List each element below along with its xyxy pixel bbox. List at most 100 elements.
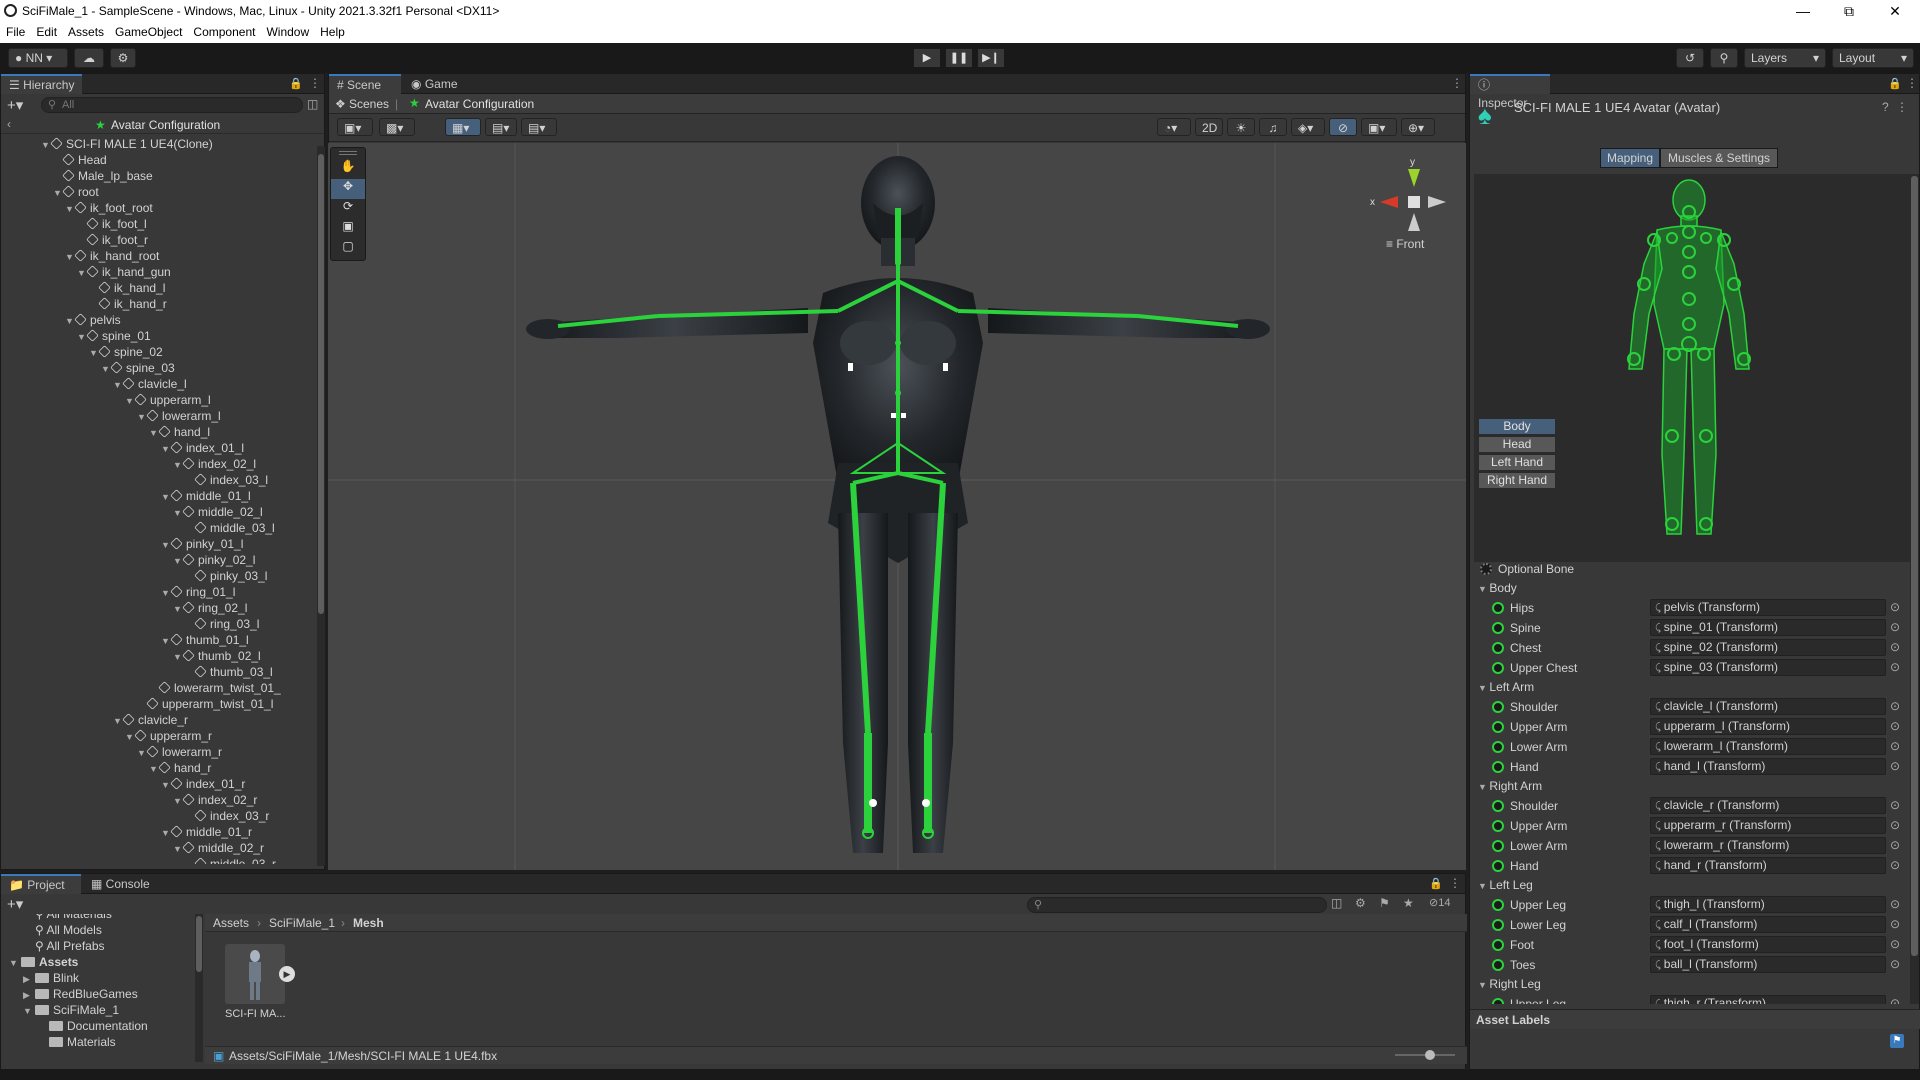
bone-transform-field[interactable]: ⤹ spine_01 (Transform) <box>1650 619 1886 636</box>
menu-edit[interactable]: Edit <box>30 22 62 39</box>
add-button[interactable]: +▾ <box>7 96 23 114</box>
fold-arrow-icon[interactable]: ▼ <box>41 137 51 153</box>
object-picker-icon[interactable]: ⊙ <box>1890 838 1900 852</box>
object-picker-icon[interactable]: ⊙ <box>1890 739 1900 753</box>
layout-dropdown[interactable]: Layout ▾ <box>1832 48 1914 68</box>
bone-transform-field[interactable]: ⤹ thigh_l (Transform) <box>1650 896 1886 913</box>
view-label[interactable]: ≡ Front <box>1386 237 1424 251</box>
hierarchy-item[interactable]: lowerarm_twist_01_ <box>149 680 281 696</box>
project-search-input[interactable]: ⚲ <box>1027 897 1327 913</box>
hierarchy-item[interactable]: ▼ upperarm_r <box>125 728 212 744</box>
fold-arrow-icon[interactable]: ▼ <box>65 201 75 217</box>
bone-section-header[interactable]: ▼ Right Arm <box>1478 778 1542 795</box>
lock-icon[interactable]: 🔒 <box>1888 77 1902 90</box>
fold-arrow-icon[interactable]: ▼ <box>173 841 183 857</box>
hierarchy-item[interactable]: ▼ spine_02 <box>89 344 163 360</box>
fold-arrow-icon[interactable]: ▼ <box>173 553 183 569</box>
fold-arrow-icon[interactable]: ▶ <box>23 987 35 1003</box>
hidden-packages-toggle[interactable]: ⊘14 <box>1429 896 1450 909</box>
hierarchy-item[interactable]: ▼ spine_03 <box>101 360 175 376</box>
bone-section-header[interactable]: ▼ Body <box>1478 580 1517 597</box>
hierarchy-item[interactable]: ▼ ring_01_l <box>161 584 235 600</box>
breadcrumb-assets[interactable]: Assets <box>213 916 249 930</box>
layers-dropdown[interactable]: Layers ▾ <box>1744 48 1826 68</box>
hierarchy-item[interactable]: ik_foot_r <box>77 232 148 248</box>
hierarchy-item[interactable]: ik_hand_r <box>89 296 167 312</box>
audio-toggle[interactable]: ♫ <box>1259 118 1287 136</box>
project-tree-scrollbar[interactable] <box>195 914 203 1062</box>
breadcrumb-mesh[interactable]: Mesh <box>353 916 384 930</box>
gizmo-center-cube[interactable] <box>1408 196 1420 208</box>
menu-gameobject[interactable]: GameObject <box>109 22 187 39</box>
hierarchy-item[interactable]: ▼ thumb_01_l <box>161 632 249 648</box>
fold-arrow-icon[interactable]: ▼ <box>173 793 183 809</box>
bone-transform-field[interactable]: ⤹ thigh_r (Transform) <box>1650 995 1886 1004</box>
hierarchy-item[interactable]: ▼ index_02_l <box>173 456 256 472</box>
tab-inspector[interactable]: ⓘ Inspector <box>1470 74 1550 110</box>
fold-arrow-icon[interactable]: ▼ <box>65 249 75 265</box>
close-button[interactable]: ✕ <box>1872 0 1918 22</box>
account-dropdown[interactable]: ● NN ▾ <box>8 48 68 68</box>
project-tree-item[interactable]: ▶ Blink <box>23 970 79 986</box>
fold-arrow-icon[interactable]: ▼ <box>161 537 171 553</box>
object-picker-icon[interactable]: ⊙ <box>1890 620 1900 634</box>
hierarchy-item[interactable]: ▼ pelvis <box>65 312 121 328</box>
kebab-menu-icon[interactable]: ⋮ <box>1906 76 1918 90</box>
fold-arrow-icon[interactable]: ▼ <box>1478 584 1489 594</box>
head-view-button[interactable]: Head <box>1478 436 1556 453</box>
favorite-star-icon[interactable]: ★ <box>1403 896 1414 910</box>
y-axis-cone[interactable] <box>1408 169 1420 187</box>
hierarchy-item[interactable]: ▼ index_02_r <box>173 792 257 808</box>
increment-snap-toggle[interactable]: ▤▾ <box>521 118 557 136</box>
breadcrumb-scenes[interactable]: Scenes <box>349 97 389 111</box>
bone-transform-field[interactable]: ⤹ spine_02 (Transform) <box>1650 639 1886 656</box>
fold-arrow-icon[interactable]: ▼ <box>161 777 171 793</box>
neg-x-axis-cone[interactable] <box>1428 196 1446 208</box>
fold-arrow-icon[interactable]: ▼ <box>1478 683 1489 693</box>
filter-icon[interactable]: ⚙ <box>1355 896 1366 910</box>
fold-arrow-icon[interactable]: ▼ <box>89 345 99 361</box>
slider-handle[interactable] <box>1425 1050 1435 1060</box>
shading-dropdown[interactable]: ◔▾ <box>1157 118 1191 136</box>
menu-component[interactable]: Component <box>187 22 260 39</box>
orientation-gizmo[interactable]: y x <box>1368 157 1458 247</box>
fold-arrow-icon[interactable]: ▼ <box>137 745 147 761</box>
hierarchy-item[interactable]: ik_foot_l <box>77 216 147 232</box>
menu-file[interactable]: File <box>0 22 30 39</box>
hierarchy-item[interactable]: middle_03_l <box>185 520 275 536</box>
settings-icon[interactable]: ⋮ <box>1896 100 1908 114</box>
hierarchy-item[interactable]: ▼ root <box>53 184 99 200</box>
fold-arrow-icon[interactable]: ▼ <box>161 633 171 649</box>
bone-transform-field[interactable]: ⤹ lowerarm_l (Transform) <box>1650 738 1886 755</box>
hierarchy-item[interactable]: ▼ lowerarm_r <box>137 744 222 760</box>
fold-arrow-icon[interactable]: ▼ <box>65 313 75 329</box>
draw-mode-dropdown[interactable]: ▣▾ <box>337 118 373 136</box>
object-picker-icon[interactable]: ⊙ <box>1890 719 1900 733</box>
lock-icon[interactable]: 🔒 <box>1429 877 1443 890</box>
hierarchy-item[interactable]: ▼ SCI-FI MALE 1 UE4(Clone) <box>41 136 213 152</box>
fold-arrow-icon[interactable]: ▼ <box>173 601 183 617</box>
bone-transform-field[interactable]: ⤹ spine_03 (Transform) <box>1650 659 1886 676</box>
hierarchy-item[interactable]: ik_hand_l <box>89 280 165 296</box>
tab-game[interactable]: ◉ Game <box>403 74 466 94</box>
hierarchy-item[interactable]: index_03_l <box>185 472 268 488</box>
fold-arrow-icon[interactable]: ▼ <box>1478 782 1489 792</box>
inspector-scrollbar[interactable] <box>1910 174 1919 1004</box>
asset-thumbnail[interactable] <box>225 944 285 1004</box>
hierarchy-item[interactable]: ▼ ik_hand_root <box>65 248 159 264</box>
rotate-tool-icon[interactable]: ⟳ <box>331 199 365 219</box>
project-tree-item[interactable]: ▼ SciFiMale_1 <box>23 1002 119 1018</box>
fold-arrow-icon[interactable]: ▼ <box>173 649 183 665</box>
tab-project[interactable]: 📁 Project <box>1 874 81 894</box>
visibility-toggle[interactable]: ⊘ <box>1329 118 1357 136</box>
collab-button[interactable]: ⚙ <box>110 48 136 68</box>
object-picker-icon[interactable]: ⊙ <box>1890 937 1900 951</box>
project-tree-item[interactable]: ▶ RedBlueGames <box>23 986 138 1002</box>
project-tree-item[interactable]: Materials <box>37 1034 116 1050</box>
kebab-menu-icon[interactable]: ⋮ <box>309 76 321 90</box>
snap-toggle[interactable]: ▤▾ <box>485 118 517 136</box>
fold-arrow-icon[interactable]: ▼ <box>125 393 135 409</box>
menu-assets[interactable]: Assets <box>62 22 109 39</box>
hierarchy-item[interactable]: middle_03_r <box>185 856 276 864</box>
search-button[interactable]: ⚲ <box>1710 48 1738 68</box>
